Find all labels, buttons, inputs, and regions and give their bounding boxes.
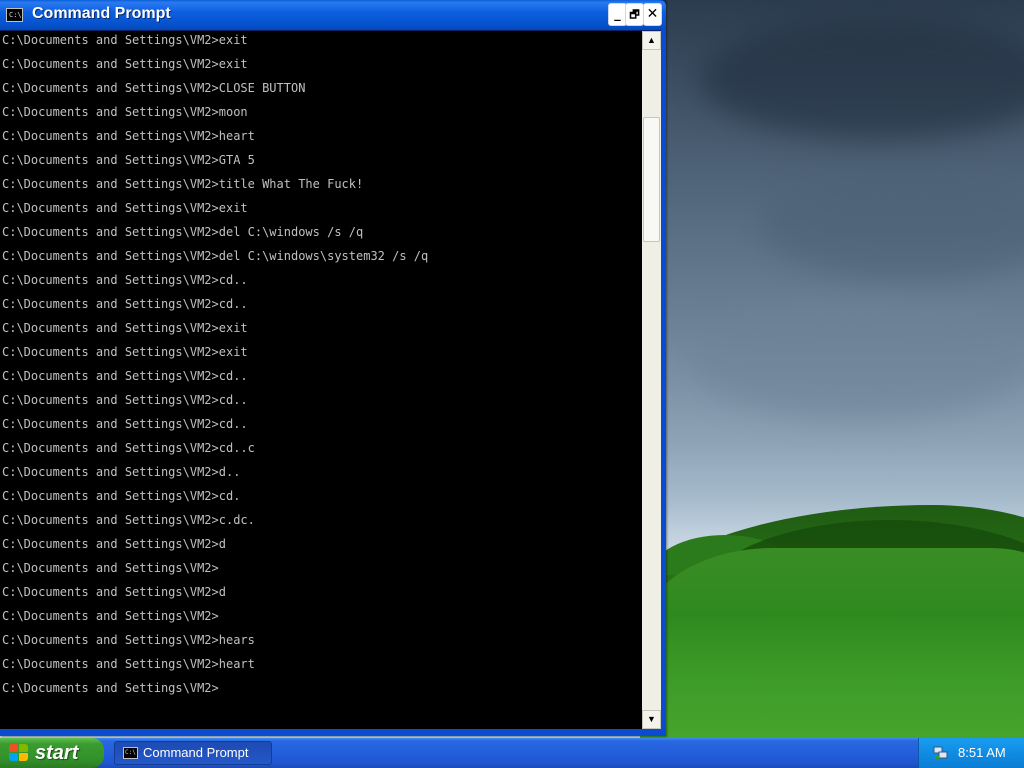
console-line: C:\Documents and Settings\VM2>hears bbox=[2, 633, 255, 647]
console-output[interactable]: C:\Documents and Settings\VM2>exit C:\Doc… bbox=[0, 31, 642, 729]
console-line: C:\Documents and Settings\VM2>c.dc. bbox=[2, 513, 255, 527]
scroll-down-arrow-icon[interactable]: ▼ bbox=[642, 710, 661, 729]
window-border[interactable] bbox=[661, 30, 666, 736]
console-line: C:\Documents and Settings\VM2>cd.. bbox=[2, 369, 248, 383]
console-line: C:\Documents and Settings\VM2>cd.. bbox=[2, 297, 248, 311]
taskbar-item-command-prompt[interactable]: C:\ Command Prompt bbox=[114, 741, 272, 765]
console-line: C:\Documents and Settings\VM2> bbox=[2, 609, 219, 623]
console-line: C:\Documents and Settings\VM2>cd.. bbox=[2, 393, 248, 407]
taskbar: start C:\ Command Prompt 8:51 AM bbox=[0, 738, 1024, 768]
console-icon: C:\ bbox=[123, 747, 138, 759]
console-line: C:\Documents and Settings\VM2>del C:\win… bbox=[2, 249, 429, 263]
scroll-thumb[interactable] bbox=[643, 117, 660, 242]
console-line: C:\Documents and Settings\VM2>del C:\win… bbox=[2, 225, 364, 239]
hill bbox=[640, 548, 1024, 738]
console-line: C:\Documents and Settings\VM2>exit bbox=[2, 321, 248, 335]
console-line: C:\Documents and Settings\VM2>d.. bbox=[2, 465, 241, 479]
console-line: C:\Documents and Settings\VM2> bbox=[2, 561, 219, 575]
console-line: C:\Documents and Settings\VM2>heart bbox=[2, 129, 255, 143]
console-line: C:\Documents and Settings\VM2>heart bbox=[2, 657, 255, 671]
window-title: Command Prompt bbox=[32, 5, 171, 22]
vertical-scrollbar[interactable]: ▲ ▼ bbox=[642, 31, 661, 729]
console-line: C:\Documents and Settings\VM2>cd.. bbox=[2, 273, 248, 287]
console-line: C:\Documents and Settings\VM2>CLOSE BUTT… bbox=[2, 81, 306, 95]
console-line: C:\Documents and Settings\VM2>exit bbox=[2, 201, 248, 215]
taskbar-item-label: Command Prompt bbox=[143, 745, 249, 760]
scroll-up-arrow-icon[interactable]: ▲ bbox=[642, 31, 661, 50]
console-line: C:\Documents and Settings\VM2>title What… bbox=[2, 177, 364, 191]
console-line: C:\Documents and Settings\VM2>exit bbox=[2, 345, 248, 359]
command-prompt-window[interactable]: C:\ Command Prompt _ 🗗 ✕ C:\Documents an… bbox=[0, 0, 666, 736]
console-line: C:\Documents and Settings\VM2>GTA 5 bbox=[2, 153, 255, 167]
start-button[interactable]: start bbox=[0, 738, 104, 768]
window-border[interactable] bbox=[0, 729, 666, 736]
console-line: C:\Documents and Settings\VM2>moon bbox=[2, 105, 248, 119]
system-tray: 8:51 AM bbox=[918, 738, 1024, 768]
restore-button[interactable]: 🗗 bbox=[625, 3, 644, 26]
console-line: C:\Documents and Settings\VM2>cd.. bbox=[2, 417, 248, 431]
console-line: C:\Documents and Settings\VM2>cd..c bbox=[2, 441, 255, 455]
console-line: C:\Documents and Settings\VM2>d bbox=[2, 585, 226, 599]
console-line: C:\Documents and Settings\VM2> bbox=[2, 681, 219, 695]
console-line: C:\Documents and Settings\VM2>cd. bbox=[2, 489, 241, 503]
close-button[interactable]: ✕ bbox=[643, 3, 662, 26]
console-line: C:\Documents and Settings\VM2>exit bbox=[2, 57, 248, 71]
title-bar[interactable]: C:\ Command Prompt _ 🗗 ✕ bbox=[0, 0, 666, 30]
console-line: C:\Documents and Settings\VM2>d bbox=[2, 537, 226, 551]
network-icon[interactable] bbox=[933, 745, 949, 761]
console-icon[interactable]: C:\ bbox=[6, 8, 23, 22]
windows-logo-icon bbox=[9, 744, 29, 762]
clock[interactable]: 8:51 AM bbox=[958, 738, 1006, 768]
start-label: start bbox=[35, 742, 79, 764]
console-line: C:\Documents and Settings\VM2>exit bbox=[2, 33, 248, 47]
